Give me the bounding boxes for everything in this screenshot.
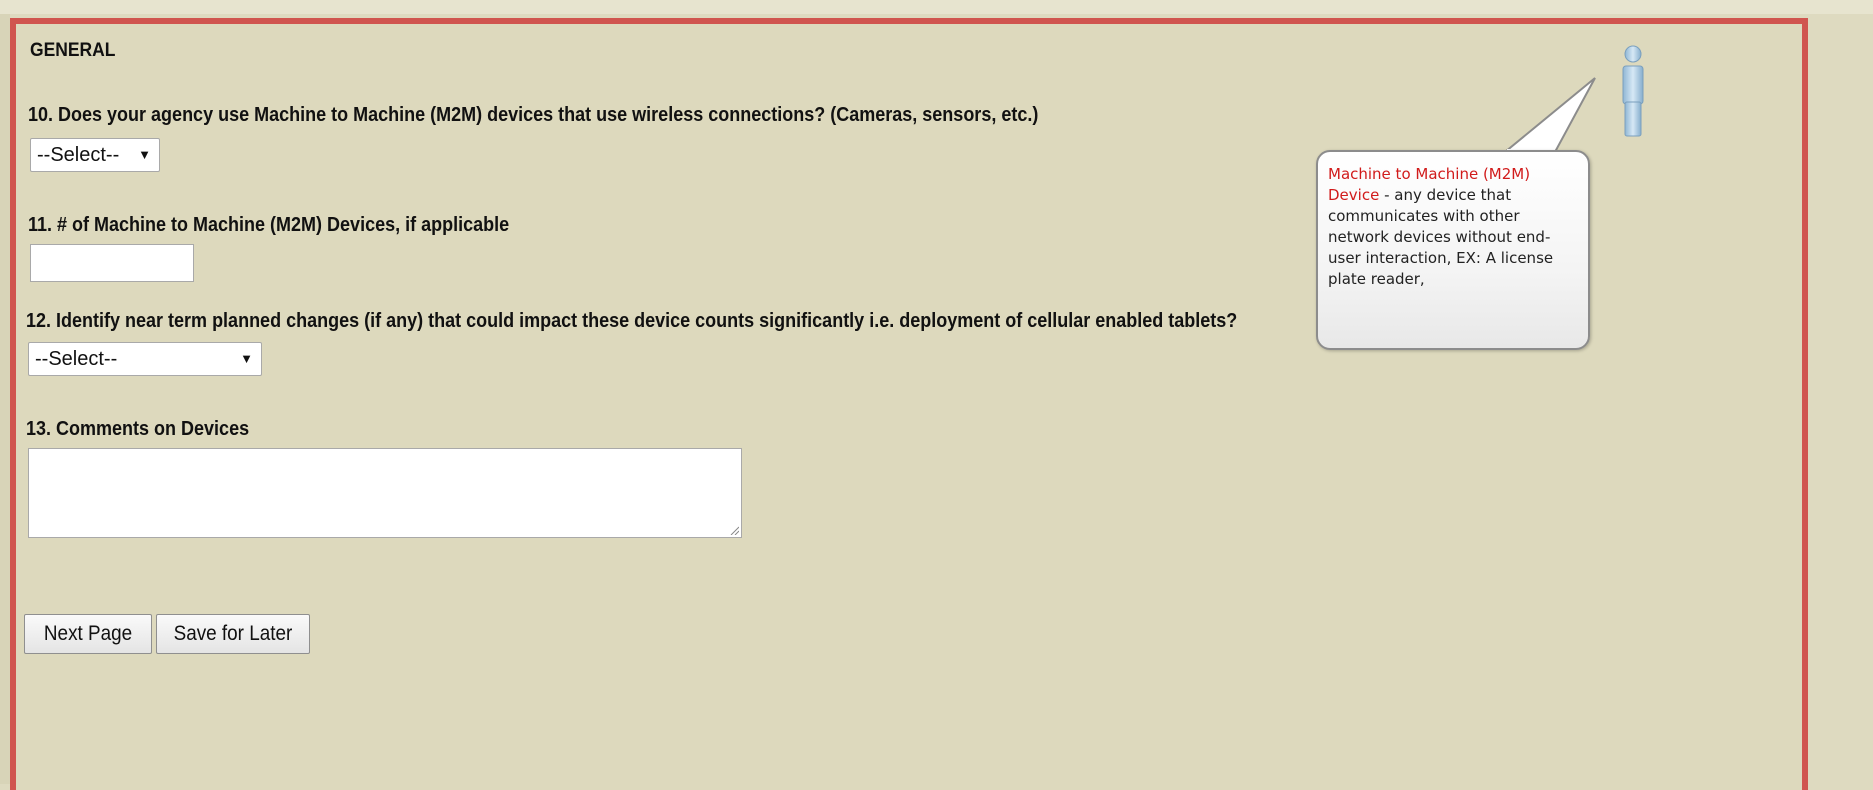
tooltip-pointer <box>1502 77 1596 153</box>
caret-down-icon: ▼ <box>138 147 151 162</box>
question-12-label: 12. Identify near term planned changes (… <box>26 310 1238 332</box>
question-13-label: 13. Comments on Devices <box>26 418 250 440</box>
save-for-later-button-label: Save for Later <box>173 622 293 645</box>
question-12-select[interactable]: --Select-- ▼ <box>28 342 262 376</box>
question-13-comments-textarea[interactable] <box>28 448 742 538</box>
top-strip <box>0 0 1873 14</box>
save-for-later-button[interactable]: Save for Later <box>156 614 310 654</box>
left-strip <box>0 14 10 784</box>
question-10-label: 10. Does your agency use Machine to Mach… <box>28 104 1039 126</box>
section-title: GENERAL <box>30 40 116 61</box>
resize-grip-icon[interactable] <box>729 525 739 535</box>
next-page-button[interactable]: Next Page <box>24 614 152 654</box>
caret-down-icon: ▼ <box>240 351 253 366</box>
next-page-button-label: Next Page <box>43 622 133 645</box>
question-11-label: 11. # of Machine to Machine (M2M) Device… <box>28 214 510 236</box>
question-11-count-input[interactable] <box>30 244 194 282</box>
question-12-selected-value: --Select-- <box>35 347 118 370</box>
m2m-definition-tooltip: Machine to Machine (M2M) Device - any de… <box>1316 150 1590 350</box>
question-10-select[interactable]: --Select-- ▼ <box>30 138 160 172</box>
question-10-selected-value: --Select-- <box>37 143 120 166</box>
